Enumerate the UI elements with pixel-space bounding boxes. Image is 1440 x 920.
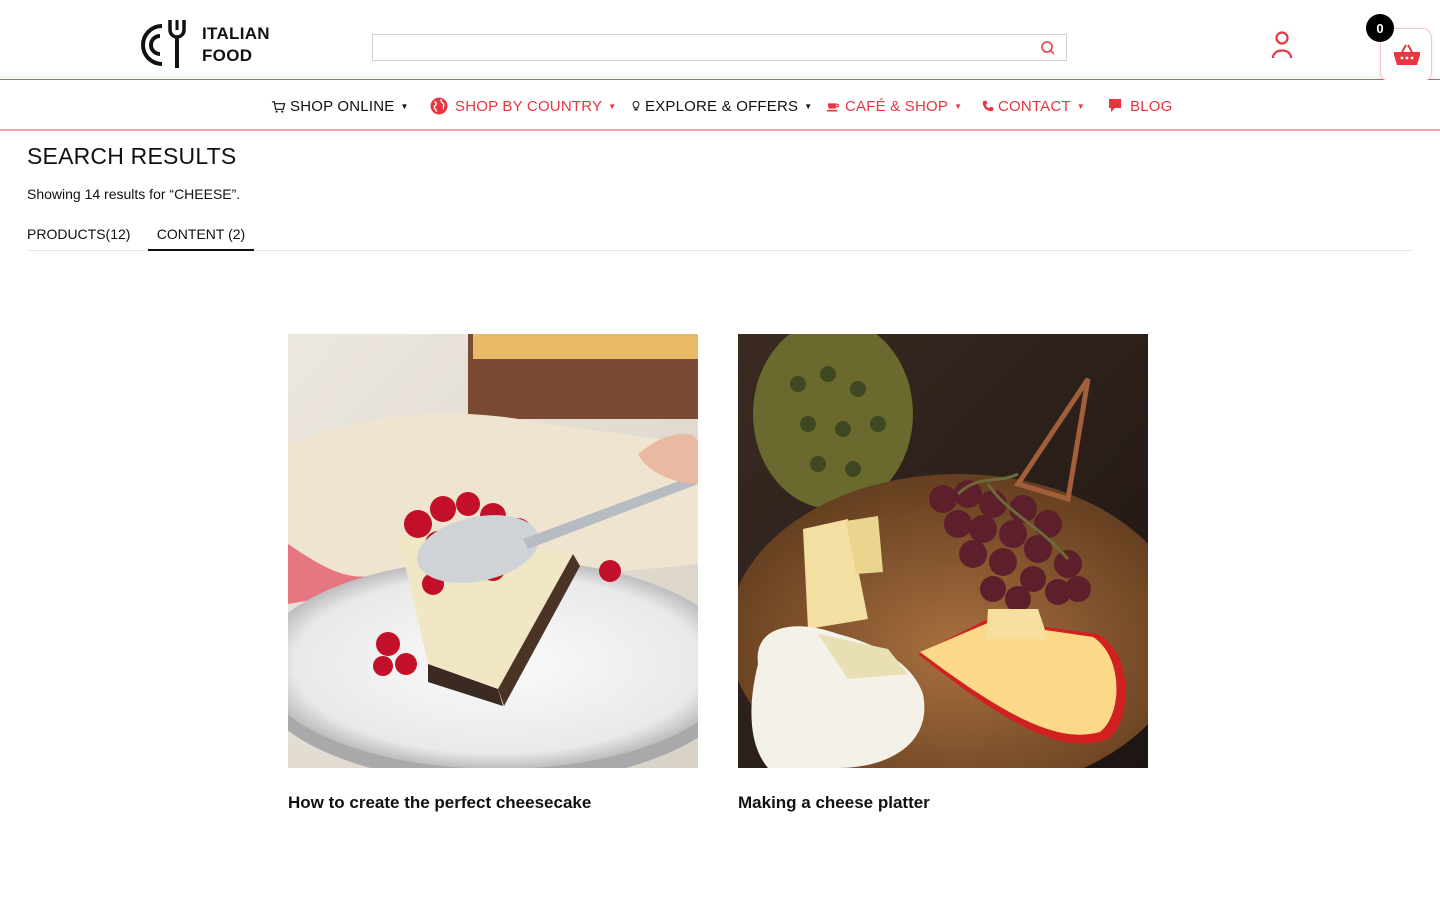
tab-content[interactable]: CONTENT (2) xyxy=(148,226,254,251)
nav-label: CAFÉ & SHOP xyxy=(845,97,949,115)
results-tabs: PRODUCTS(12) CONTENT (2) xyxy=(27,224,1413,251)
phone-icon xyxy=(982,100,994,112)
brand-line-2: FOOD xyxy=(202,46,253,65)
content-card[interactable]: How to create the perfect cheesecake xyxy=(288,334,698,813)
nav-item-cafe-shop[interactable]: CAFÉ & SHOP ▼ xyxy=(825,95,962,117)
site-logo[interactable]: ITALIAN FOOD xyxy=(136,18,276,72)
caret-down-icon: ▼ xyxy=(954,101,963,111)
globe-icon xyxy=(430,97,448,115)
nav-item-contact[interactable]: CONTACT ▼ xyxy=(982,95,1085,117)
card-title[interactable]: Making a cheese platter xyxy=(738,793,1148,813)
main-nav: SHOP ONLINE ▼ SHOP BY COUNTRY ▼ EXPLORE … xyxy=(0,80,1440,131)
nav-item-explore-offers[interactable]: EXPLORE & OFFERS ▼ xyxy=(631,95,812,117)
cart-icon xyxy=(271,100,286,113)
caret-down-icon: ▼ xyxy=(804,101,813,111)
account-icon[interactable] xyxy=(1268,30,1296,60)
nav-item-shop-by-country[interactable]: SHOP BY COUNTRY ▼ xyxy=(430,95,616,117)
page-title: SEARCH RESULTS xyxy=(27,143,237,169)
caret-down-icon: ▼ xyxy=(1076,101,1085,111)
brand-line-1: ITALIAN xyxy=(202,24,270,43)
tab-products[interactable]: PRODUCTS(12) xyxy=(27,226,130,242)
nav-item-shop-online[interactable]: SHOP ONLINE ▼ xyxy=(271,95,409,117)
speech-bubble-icon xyxy=(1109,99,1121,112)
nav-item-blog[interactable]: BLOG xyxy=(1107,95,1172,117)
content-card[interactable]: Making a cheese platter xyxy=(738,334,1148,813)
site-header: ITALIAN FOOD 0 xyxy=(0,0,1440,82)
nav-label: EXPLORE & OFFERS xyxy=(645,97,799,115)
nav-label: SHOP ONLINE xyxy=(290,97,395,115)
nav-label: CONTACT xyxy=(998,97,1071,115)
card-title[interactable]: How to create the perfect cheesecake xyxy=(288,793,698,813)
caret-down-icon: ▼ xyxy=(608,101,617,111)
cheesecake-slice-with-berries-photo[interactable] xyxy=(288,334,698,768)
logo-text: ITALIAN FOOD xyxy=(202,23,270,67)
cheese-board-with-grapes-photo[interactable] xyxy=(738,334,1148,768)
search-box xyxy=(372,34,1067,61)
nav-label: BLOG xyxy=(1130,97,1173,115)
search-input[interactable] xyxy=(373,35,1023,60)
coffee-cup-icon xyxy=(826,103,840,112)
logo-mark-icon xyxy=(141,20,186,68)
lightbulb-icon xyxy=(632,101,640,111)
nav-label: SHOP BY COUNTRY xyxy=(455,97,603,115)
basket-icon xyxy=(1394,44,1420,65)
search-icon[interactable] xyxy=(1040,40,1056,56)
cart-count-badge: 0 xyxy=(1366,14,1394,42)
caret-down-icon: ▼ xyxy=(400,101,409,111)
result-summary: Showing 14 results for “CHEESE”. xyxy=(27,186,241,202)
